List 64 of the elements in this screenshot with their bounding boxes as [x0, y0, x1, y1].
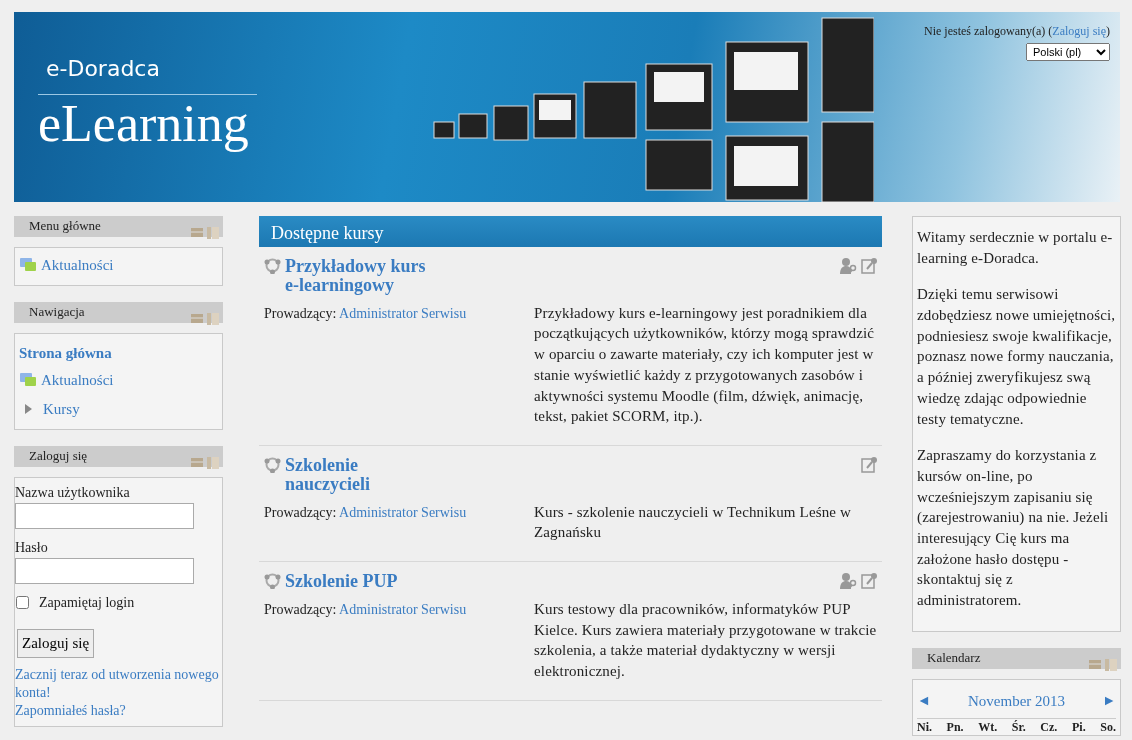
logo-subtitle: e-Doradca [46, 55, 160, 83]
block-title: Nawigacja [29, 303, 85, 322]
block-title: Kalendarz [927, 648, 981, 667]
forgot-password-link[interactable]: Zapomniałeś hasła? [15, 702, 222, 721]
previous-month-link[interactable]: ◄ [917, 690, 931, 712]
weekday-label: Ni. [917, 719, 932, 736]
weekday-label: Wt. [978, 719, 998, 736]
login-button[interactable]: Zaloguj się [17, 629, 95, 658]
teacher-link[interactable]: Administrator Serwisu [339, 305, 467, 321]
home-link[interactable]: Strona główna [19, 342, 112, 365]
login-link[interactable]: Zaloguj się [1052, 24, 1106, 38]
dock-icon [1105, 658, 1117, 671]
logo-title: eLearning [38, 94, 257, 153]
hide-icon [191, 227, 203, 237]
next-month-link[interactable]: ► [1102, 690, 1116, 712]
section-title: Dostępne kursy [259, 216, 882, 247]
weekday-label: Pn. [946, 719, 964, 736]
course-icon [264, 455, 281, 473]
parenthesis-text: ( [1048, 24, 1053, 38]
remember-checkbox[interactable] [16, 596, 29, 610]
course-icon [264, 257, 281, 274]
course-summary: Kurs - szkolenie nauczycieli w Technikum Leśne w Zagnańsku [534, 502, 853, 543]
dock-icon [207, 227, 219, 239]
hide-icon [191, 313, 203, 324]
teacher-link[interactable]: Administrator Serwisu [339, 504, 467, 520]
dock-icon [207, 457, 219, 470]
weekday-label: Śr. [1011, 719, 1026, 736]
hide-icon [191, 457, 203, 468]
teacher-link[interactable]: Administrator Serwisu [339, 601, 467, 617]
nav-link[interactable]: Kursy [19, 398, 80, 421]
welcome-text: Zapraszamy do korzystania z kursów on-line, po wcześniejszym zapisaniu się (zarejestrowaniu) na nie. Jeżeli interesujący Cię kurs ma założone hasło dostępu - skontaktuj się z administratorem. [917, 446, 1110, 610]
password-field[interactable] [15, 558, 194, 585]
weekday-label: So. [1100, 719, 1116, 736]
course-title-link[interactable]: Szkolenie PUP [285, 572, 398, 591]
parenthesis-text: ) [1106, 24, 1110, 38]
login-status: Nie jesteś zalogowany(a) [924, 24, 1046, 38]
teacher-label: Prowadzący: [264, 601, 337, 617]
field-label: Nazwa użytkownika [15, 484, 131, 503]
course-summary: Kurs testowy dla pracowników, informatyków PUP Kielce. Kurs zawiera materiały przygotowane w trakcie szkolenia, a także materiał dydaktyczny w wersji elektronicznej. [534, 599, 878, 681]
block-title: Menu główne [29, 217, 101, 235]
signup-link[interactable]: Zacznij teraz od utworzenia nowego konta! [15, 665, 222, 703]
course-summary: Przykładowy kurs e-learningowy jest poradnikiem dla początkujących użytkowników, którzy mogą sprawdzić w oparciu o zawarte materiały, czy ich komputer jest w stanie wyświetlić każdy z przygotowanych zasobów i aktywności systemu Moodle (film, dźwięk, animację, tekst, pakiet SCORM, itp.). [534, 303, 876, 427]
weekday-label: Pi. [1071, 719, 1086, 736]
dock-icon [207, 313, 219, 326]
teacher-label: Prowadzący: [264, 305, 337, 321]
language-select[interactable]: Polski (pl) [1026, 43, 1110, 61]
weekday-label: Cz. [1040, 719, 1058, 736]
triangle-icon [23, 403, 33, 416]
block-title: Zaloguj się [29, 447, 88, 466]
menu-link[interactable]: Aktualności [19, 254, 114, 277]
hide-icon [1089, 658, 1101, 669]
field-label: Hasło [15, 539, 49, 558]
teacher-label: Prowadzący: [264, 504, 337, 520]
month-link[interactable]: November 2013 [967, 689, 1066, 713]
username-field[interactable] [15, 503, 194, 530]
welcome-text: Witamy serdecznie w portalu e-learning e-Doradca. [917, 228, 1114, 268]
nav-link[interactable]: Aktualności [19, 368, 114, 392]
welcome-text: Dzięki temu serwisowi zdobędziesz nowe umiejętności, podniesiesz swoje kwalifikacje, poznasz nowe formy nauczania, a później zweryfikujesz swą wiedzę zdając odpowiednie testy tematyczne. [917, 285, 1116, 429]
course-title-link[interactable]: Szkolenie nauczycieli [285, 455, 443, 494]
checkbox-label: Zapamiętaj login [39, 594, 135, 613]
chat-icon [19, 372, 37, 388]
chat-icon [19, 257, 37, 274]
course-icon [264, 572, 281, 590]
course-title-link[interactable]: Przykładowy kurs e-learningowy [285, 257, 443, 295]
